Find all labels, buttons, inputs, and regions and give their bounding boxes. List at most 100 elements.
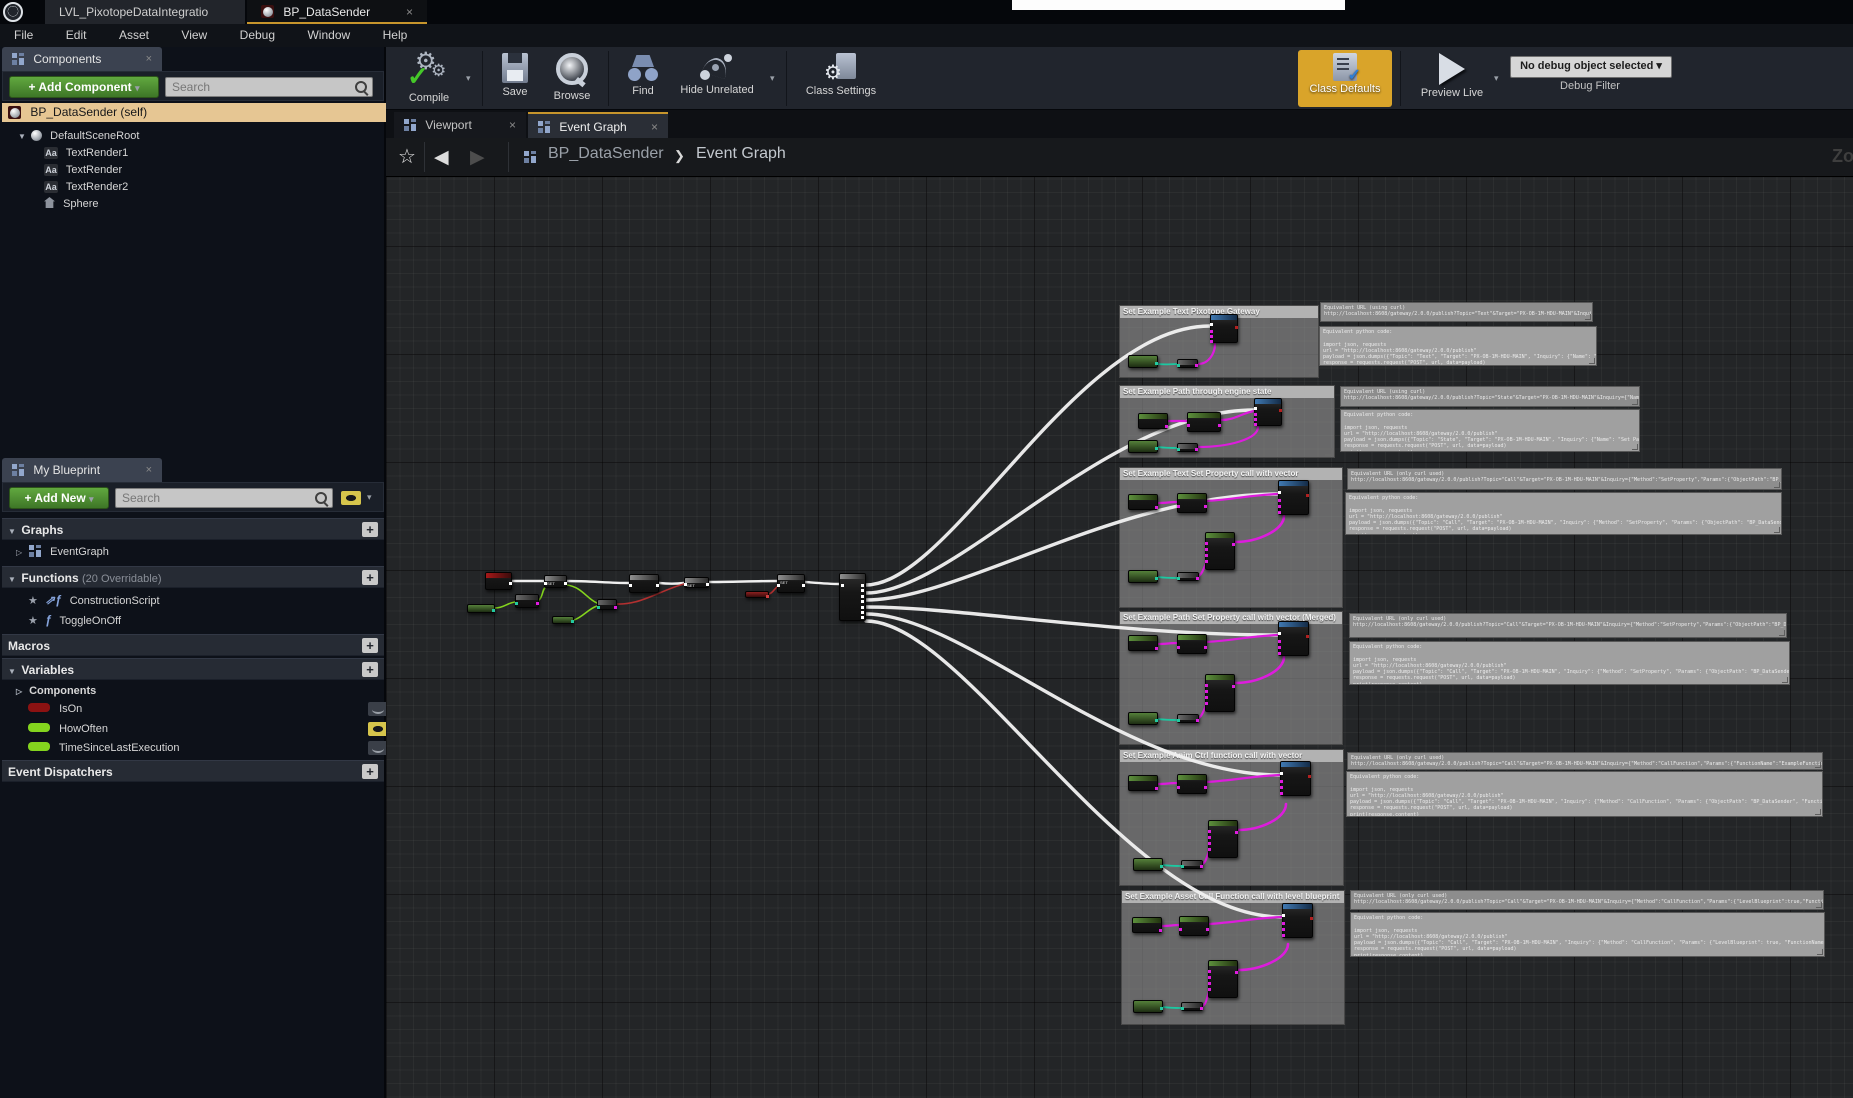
eye-closed-icon[interactable]	[368, 702, 388, 716]
pin-icon[interactable]	[1210, 330, 1213, 333]
node-small[interactable]	[1181, 1002, 1203, 1011]
pin-icon[interactable]	[1160, 1007, 1163, 1010]
pin-icon[interactable]	[1195, 448, 1198, 451]
pin-icon[interactable]	[1282, 928, 1285, 931]
expander-icon[interactable]: ▼	[8, 521, 18, 543]
pin-icon[interactable]	[1155, 577, 1158, 580]
node-green[interactable]	[1138, 413, 1168, 429]
row-eventgraph[interactable]: ▷ EventGraph	[2, 543, 396, 562]
pin-icon[interactable]	[766, 595, 769, 598]
my-blueprint-search-input[interactable]	[115, 488, 333, 508]
pin-icon[interactable]	[1155, 719, 1158, 722]
unreal-logo-icon[interactable]	[3, 2, 23, 22]
asset-tab-bp-datasender[interactable]: BP_DataSender ×	[247, 0, 427, 24]
debug-object-dropdown[interactable]: No debug object selected ▾	[1510, 56, 1672, 78]
pin-icon[interactable]	[1208, 982, 1211, 985]
pin-icon[interactable]	[1195, 364, 1198, 367]
pin-icon[interactable]	[1306, 494, 1309, 497]
pin-icon[interactable]	[1282, 934, 1285, 937]
node-getter[interactable]	[552, 616, 574, 624]
add-function-button[interactable]: +	[362, 570, 378, 585]
node-small[interactable]	[1177, 443, 1198, 452]
tree-item-textrender[interactable]: Aa TextRender	[44, 162, 122, 179]
add-variable-button[interactable]: +	[362, 662, 378, 677]
chevron-down-icon[interactable]: ▾	[367, 492, 372, 503]
pin-icon[interactable]	[1208, 988, 1211, 991]
node-small[interactable]	[1177, 572, 1199, 581]
pin-icon[interactable]	[861, 584, 864, 587]
pin-icon[interactable]	[1177, 577, 1180, 580]
graphs-section-header[interactable]: ▼ Graphs +	[2, 518, 384, 540]
class-defaults-button[interactable]: Class Defaults	[1298, 50, 1392, 107]
node-getter[interactable]	[467, 604, 495, 613]
pin-icon[interactable]	[544, 582, 547, 585]
comment-text-block[interactable]: Equivalent URL (using curl) http://local…	[1340, 386, 1640, 407]
pin-icon[interactable]	[1278, 491, 1281, 494]
pin-icon[interactable]	[1181, 1007, 1184, 1010]
pin-icon[interactable]	[861, 616, 864, 619]
tree-item-textrender2[interactable]: Aa TextRender2	[44, 179, 128, 196]
comment-text-block[interactable]: Equivalent python code: import json, req…	[1319, 326, 1597, 366]
pin-icon[interactable]	[1310, 917, 1313, 920]
node-big[interactable]	[1208, 820, 1238, 858]
pin-icon[interactable]	[1232, 685, 1235, 688]
pin-icon[interactable]	[1278, 652, 1281, 655]
menu-debug[interactable]: Debug	[226, 24, 289, 47]
menu-help[interactable]: Help	[369, 24, 422, 47]
menu-asset[interactable]: Asset	[105, 24, 163, 47]
comment-text-block[interactable]: Equivalent python code: import json, req…	[1350, 912, 1825, 957]
pin-icon[interactable]	[777, 584, 780, 587]
node-green2[interactable]	[1177, 493, 1207, 513]
comment-text-block[interactable]: Equivalent URL (only curl used) http://l…	[1347, 752, 1823, 770]
pin-icon[interactable]	[1254, 413, 1257, 416]
pin-icon[interactable]	[1235, 971, 1238, 974]
node-small[interactable]	[1181, 860, 1203, 869]
node-blue[interactable]	[1278, 621, 1309, 656]
pin-icon[interactable]	[1254, 418, 1257, 421]
pin-icon[interactable]	[1155, 362, 1158, 365]
node-getter[interactable]	[1128, 355, 1158, 368]
comment-text-block[interactable]: Equivalent URL (only curl used) http://l…	[1347, 468, 1782, 490]
visibility-filter-icon[interactable]	[341, 491, 361, 505]
pin-icon[interactable]	[1165, 425, 1168, 428]
node-set[interactable]: SET	[544, 575, 567, 588]
functions-section-header[interactable]: ▼ Functions (20 Overridable) +	[2, 566, 384, 588]
node-green[interactable]	[1132, 917, 1162, 933]
pin-icon[interactable]	[1235, 831, 1238, 834]
node-green[interactable]	[1128, 494, 1158, 510]
back-arrow-icon[interactable]: ◀	[434, 146, 449, 169]
tree-item-root[interactable]: ▼ DefaultSceneRoot	[18, 128, 139, 145]
close-icon[interactable]: ×	[406, 0, 413, 24]
pin-icon[interactable]	[1159, 929, 1162, 932]
comment-text-block[interactable]: Equivalent URL (only curl used) http://l…	[1349, 613, 1787, 638]
pin-icon[interactable]	[1200, 865, 1203, 868]
row-variable-ison[interactable]: IsOn	[14, 700, 396, 719]
pin-icon[interactable]	[597, 606, 600, 609]
comment-text-block[interactable]: Equivalent python code: import json, req…	[1340, 409, 1640, 452]
node-blue[interactable]	[1254, 398, 1282, 426]
pin-icon[interactable]	[1206, 928, 1209, 931]
eye-open-icon[interactable]	[368, 722, 388, 736]
pin-icon[interactable]	[1278, 505, 1281, 508]
node-getter[interactable]	[1128, 440, 1158, 453]
node-getter[interactable]	[1133, 858, 1163, 871]
expander-icon[interactable]: ▷	[16, 543, 26, 562]
pin-icon[interactable]	[1205, 542, 1208, 545]
event-graph-canvas[interactable]: ☆ ◀ ▶ BP_DataSender ❯ Event Graph Zoom S…	[386, 138, 1853, 1098]
compile-button[interactable]: ⚙ ⚙ ✓ Compile	[394, 49, 464, 104]
comment-text-block[interactable]: Equivalent python code: import json, req…	[1345, 492, 1782, 535]
pin-icon[interactable]	[1210, 340, 1213, 343]
pin-icon[interactable]	[841, 584, 844, 587]
expander-icon[interactable]: ▼	[8, 569, 18, 591]
node-small[interactable]	[597, 599, 617, 610]
node-green2[interactable]	[1187, 412, 1221, 432]
pin-icon[interactable]	[492, 609, 495, 612]
pin-icon[interactable]	[1177, 786, 1180, 789]
pin-icon[interactable]	[1208, 976, 1211, 979]
pin-icon[interactable]	[861, 595, 864, 598]
class-settings-button[interactable]: ⚙ Class Settings	[798, 49, 884, 97]
node-getter[interactable]	[1133, 1000, 1163, 1013]
pin-icon[interactable]	[1210, 335, 1213, 338]
expander-icon[interactable]: ▼	[8, 661, 18, 683]
pin-icon[interactable]	[1278, 632, 1281, 635]
